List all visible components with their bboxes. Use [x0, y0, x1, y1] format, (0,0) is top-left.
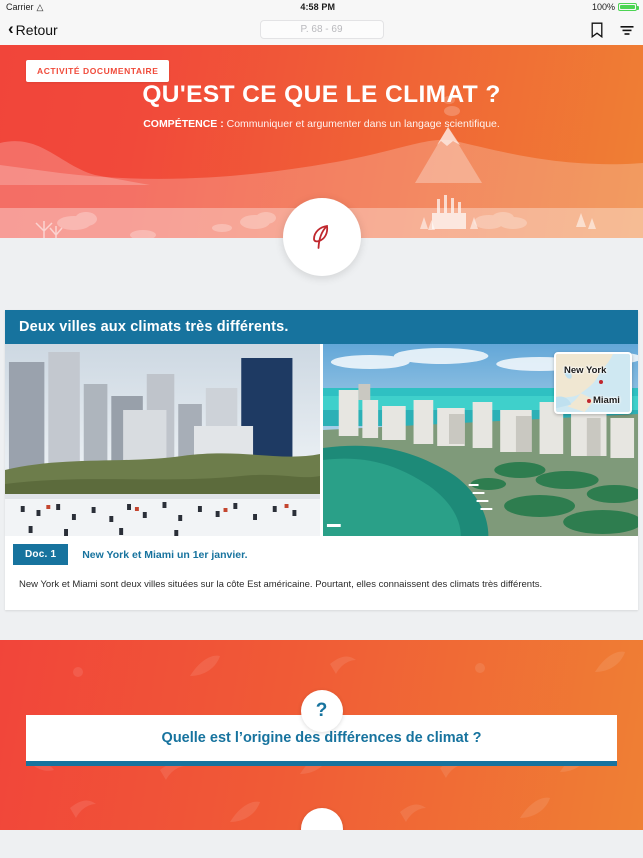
photo-pair: New York Miami [5, 344, 638, 536]
bookmark-icon[interactable] [589, 22, 605, 38]
doc-caption-body: New York et Miami sont deux villes situé… [19, 579, 543, 590]
locator-map-inset: New York Miami [554, 352, 632, 414]
competence-line: COMPÉTENCE : Communiquer et argumenter d… [0, 118, 643, 130]
competence-label: COMPÉTENCE : [143, 118, 224, 130]
question-band: ? Quelle est l’origine des différences d… [0, 640, 643, 831]
miami-photo[interactable]: New York Miami [323, 344, 638, 536]
document-card-header: Deux villes aux climats très différents. [5, 310, 638, 344]
page-indicator-label: P. 68 - 69 [300, 24, 343, 35]
carrier-label: Carrier [6, 2, 34, 12]
status-bar-clock: 4:58 PM [300, 2, 336, 12]
app-root: Carrier △ 4:58 PM 100% ‹ Retour P. 68 - … [0, 0, 643, 858]
map-dot-miami [587, 399, 591, 403]
document-card: Deux villes aux climats très différents. [5, 310, 638, 611]
document-caption-row: Doc. 1 New York et Miami un 1er janvier. [5, 536, 638, 572]
page-title: QU'EST CE QUE LE CLIMAT ? [142, 81, 501, 108]
chevron-left-icon: ‹ [8, 19, 14, 38]
status-bar-left: Carrier △ [6, 2, 43, 12]
list-menu-icon[interactable] [619, 22, 635, 38]
competence-text: Communiquer et argumenter dans un langag… [223, 118, 500, 130]
status-bar-right: 100% [591, 2, 639, 12]
page-content: Deux villes aux climats très différents. [0, 276, 643, 858]
page-indicator-field[interactable]: P. 68 - 69 [259, 20, 384, 39]
back-button[interactable]: ‹ Retour [8, 19, 58, 38]
leaf-logo-icon [312, 224, 328, 249]
ios-status-bar: Carrier △ 4:58 PM 100% [0, 0, 643, 14]
map-label-new-york: New York [564, 365, 607, 376]
map-label-miami: Miami [593, 395, 620, 406]
question-marker-bubble: ? [300, 690, 343, 733]
doc-caption-title: New York et Miami un 1er janvier. [82, 548, 248, 561]
back-button-label: Retour [15, 21, 58, 38]
battery-icon [618, 3, 639, 11]
subject-logo-medallion [282, 198, 361, 276]
navigation-bar: ‹ Retour P. 68 - 69 [0, 14, 643, 45]
activity-type-badge: ACTIVITÉ DOCUMENTAIRE [26, 60, 170, 82]
navigation-actions [589, 22, 635, 38]
wifi-icon: △ [36, 1, 44, 12]
new-york-photo[interactable] [5, 344, 320, 536]
doc-number-badge: Doc. 1 [13, 544, 69, 565]
question-mark-symbol: ? [315, 700, 328, 722]
question-text: Quelle est l’origine des différences de … [161, 730, 482, 747]
battery-percent-label: 100% [591, 2, 615, 12]
map-dot-new-york [599, 380, 603, 384]
